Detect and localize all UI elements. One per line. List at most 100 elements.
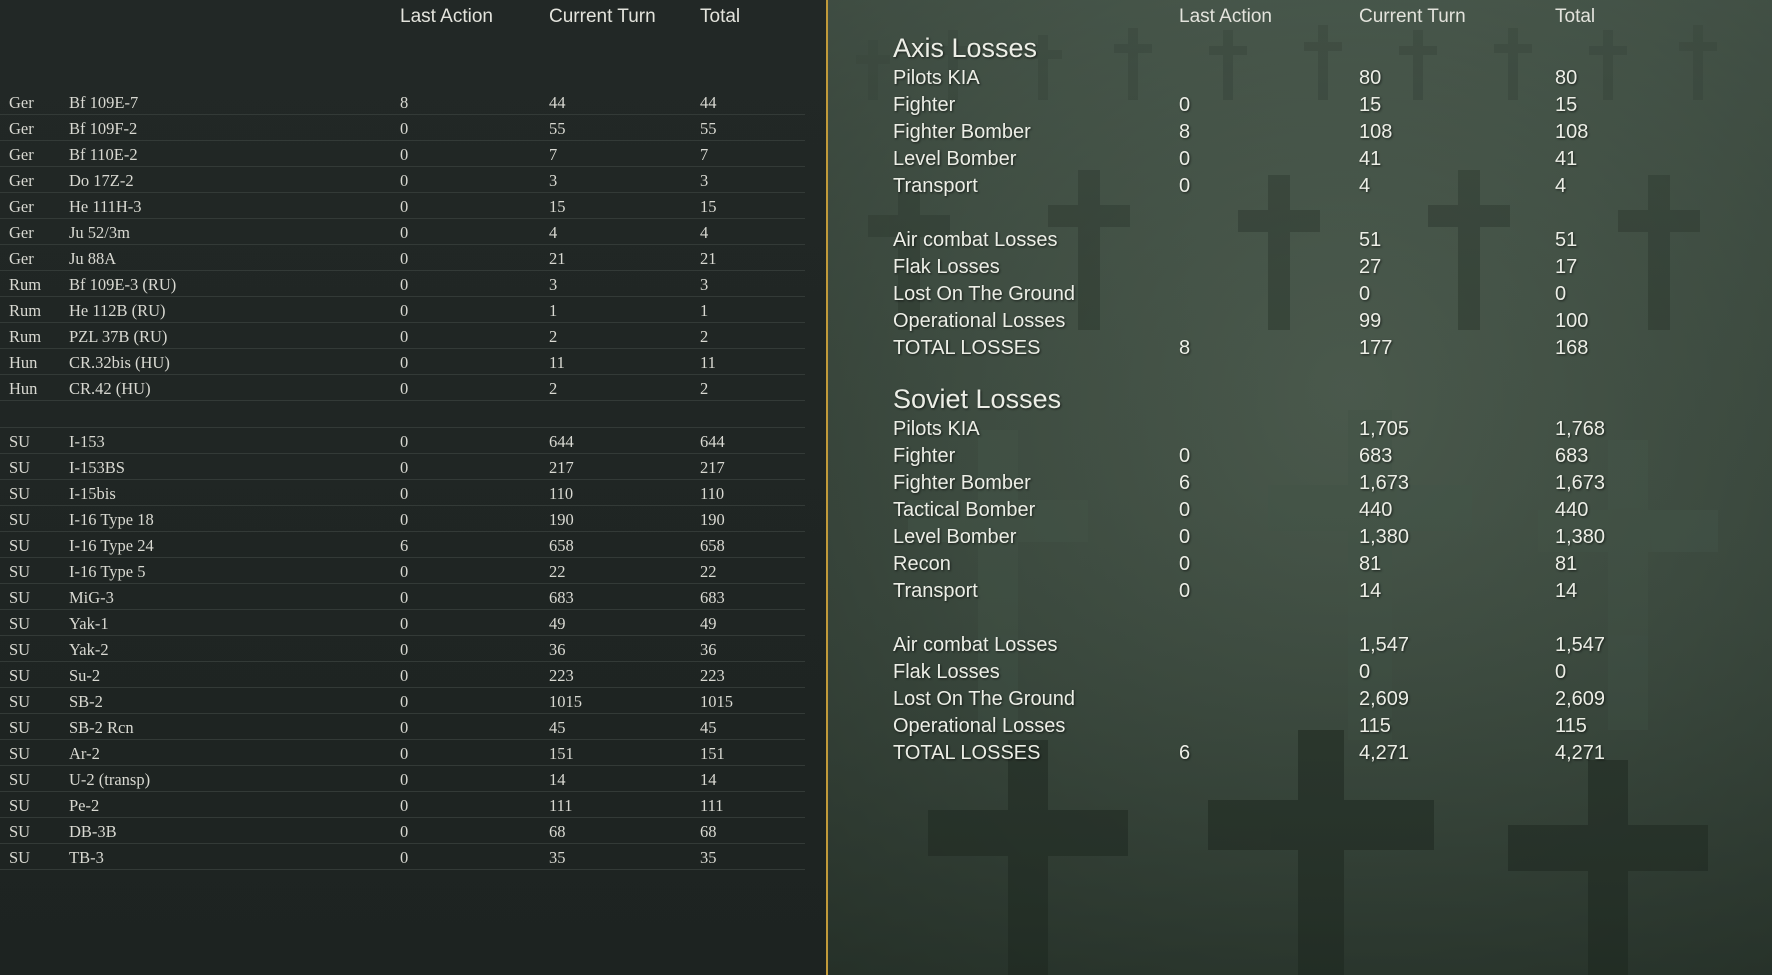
current-turn-cell: 35 [549, 848, 566, 867]
table-row: Ger Ju 88A 0 21 21 [0, 245, 805, 271]
aircraft-type-cell: I-153 [69, 432, 105, 451]
last-action-cell: 0 [400, 822, 409, 841]
summary-label: TOTAL LOSSES [893, 742, 1041, 764]
total-cell: 15 [700, 197, 717, 216]
summary-row: Fighter Bomber 8 108 108 [828, 119, 1772, 146]
summary-last-action: 0 [1179, 553, 1191, 575]
table-row: SU I-15bis 0 110 110 [0, 480, 805, 506]
table-row: SU SB-2 Rcn 0 45 45 [0, 714, 805, 740]
table-row: SU SB-2 0 1015 1015 [0, 688, 805, 714]
current-turn-cell: 3 [549, 275, 558, 294]
summary-row: Lost On The Ground 2,609 2,609 [828, 686, 1772, 713]
table-row: Ger Bf 110E-2 0 7 7 [0, 141, 805, 167]
aircraft-type-cell: Ju 52/3m [69, 223, 130, 242]
aircraft-losses-panel: Last Action Current Turn Total Ger Bf 109… [0, 0, 828, 975]
total-cell: 658 [700, 536, 725, 555]
last-action-cell: 0 [400, 171, 409, 190]
current-turn-cell: 644 [549, 432, 574, 451]
header-last-action: Last Action [400, 6, 493, 27]
last-action-cell: 0 [400, 275, 409, 294]
summary-label: Level Bomber [893, 526, 1017, 548]
summary-total: 1,380 [1555, 526, 1606, 548]
axis-losses-title: Axis Losses [893, 33, 1038, 63]
aircraft-type-cell: CR.42 (HU) [69, 379, 151, 398]
total-cell: 55 [700, 119, 717, 138]
nationality-cell: SU [9, 484, 31, 503]
summary-row: Level Bomber 0 1,380 1,380 [828, 524, 1772, 551]
summary-total: 41 [1555, 148, 1578, 170]
summary-row: Flak Losses 27 17 [828, 254, 1772, 281]
nationality-cell: SU [9, 510, 31, 529]
last-action-cell: 0 [400, 249, 409, 268]
total-cell: 1 [700, 301, 709, 320]
summary-total: 1,768 [1555, 418, 1606, 440]
total-cell: 683 [700, 588, 725, 607]
total-cell: 111 [700, 796, 724, 815]
summary-row: Pilots KIA 1,705 1,768 [828, 416, 1772, 443]
summary-current-turn: 0 [1359, 661, 1371, 683]
air-losses-screen: Last Action Current Turn Total Ger Bf 109… [0, 0, 1772, 975]
summary-label: Fighter Bomber [893, 121, 1031, 143]
last-action-cell: 0 [400, 432, 409, 451]
current-turn-cell: 14 [549, 770, 566, 789]
summary-current-turn: 1,705 [1359, 418, 1410, 440]
current-turn-cell: 217 [549, 458, 574, 477]
last-action-cell: 0 [400, 484, 409, 503]
nationality-cell: SU [9, 458, 31, 477]
summary-current-turn: 1,673 [1359, 472, 1410, 494]
summary-current-turn: 99 [1359, 310, 1382, 332]
total-cell: 1015 [700, 692, 733, 711]
table-row: Ger Bf 109E-7 8 44 44 [0, 89, 805, 115]
nationality-cell: SU [9, 614, 31, 633]
table-row: SU Ar-2 0 151 151 [0, 740, 805, 766]
aircraft-type-cell: I-153BS [69, 458, 125, 477]
aircraft-type-cell: Do 17Z-2 [69, 171, 134, 190]
total-cell: 2 [700, 327, 709, 346]
aircraft-type-cell: I-16 Type 18 [69, 510, 154, 529]
summary-total: 108 [1555, 121, 1589, 143]
nationality-cell: Ger [9, 197, 34, 216]
aircraft-type-cell: SB-2 Rcn [69, 718, 134, 737]
table-row: SU Yak-1 0 49 49 [0, 610, 805, 636]
last-action-cell: 0 [400, 692, 409, 711]
nationality-cell: SU [9, 770, 31, 789]
summary-total: 440 [1555, 499, 1589, 521]
summary-label: Air combat Losses [893, 229, 1058, 251]
last-action-cell: 0 [400, 770, 409, 789]
current-turn-cell: 2 [549, 379, 558, 398]
aircraft-type-cell: MiG-3 [69, 588, 114, 607]
summary-total: 81 [1555, 553, 1578, 575]
last-action-cell: 0 [400, 510, 409, 529]
table-row: SU U-2 (transp) 0 14 14 [0, 766, 805, 792]
total-cell: 36 [700, 640, 717, 659]
current-turn-cell: 1015 [549, 692, 582, 711]
summary-header-last-action: Last Action [1179, 6, 1272, 27]
current-turn-cell: 15 [549, 197, 566, 216]
nationality-cell: SU [9, 848, 31, 867]
summary-row: Fighter 0 683 683 [828, 443, 1772, 470]
summary-last-action: 0 [1179, 175, 1191, 197]
summary-current-turn: 41 [1359, 148, 1382, 170]
last-action-cell: 0 [400, 301, 409, 320]
header-total: Total [700, 6, 741, 27]
aircraft-type-cell: He 112B (RU) [69, 301, 166, 320]
current-turn-cell: 44 [549, 93, 566, 112]
table-row: SU Pe-2 0 111 111 [0, 792, 805, 818]
last-action-cell: 0 [400, 458, 409, 477]
summary-total: 0 [1555, 661, 1567, 683]
summary-current-turn: 81 [1359, 553, 1382, 575]
current-turn-cell: 22 [549, 562, 566, 581]
aircraft-type-cell: SB-2 [69, 692, 103, 711]
summary-row: Transport 0 14 14 [828, 578, 1772, 605]
summary-total: 1,547 [1555, 634, 1606, 656]
table-row: SU DB-3B 0 68 68 [0, 818, 805, 844]
last-action-cell: 0 [400, 640, 409, 659]
summary-current-turn: 683 [1359, 445, 1393, 467]
summary-row: Operational Losses 115 115 [828, 713, 1772, 740]
summary-total: 115 [1555, 715, 1587, 737]
last-action-cell: 0 [400, 614, 409, 633]
aircraft-losses-table: Ger Bf 109E-7 8 44 44 Ger Bf 109F-2 0 55 55 Ger Bf … [0, 89, 805, 870]
aircraft-type-cell: He 111H-3 [69, 197, 142, 216]
last-action-cell: 0 [400, 718, 409, 737]
aircraft-type-cell: DB-3B [69, 822, 117, 841]
